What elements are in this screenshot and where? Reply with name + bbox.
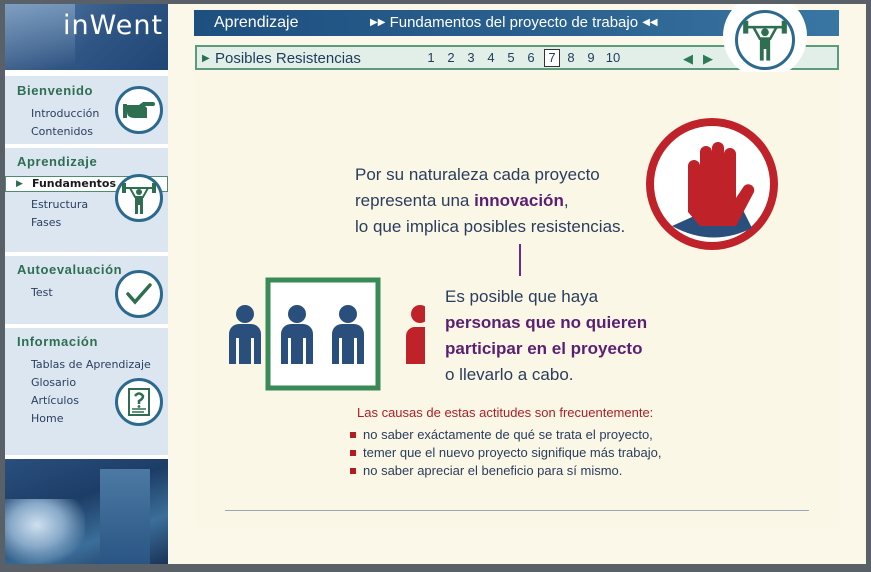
nav-arrow-icon: ▶ xyxy=(202,53,210,64)
sidebar: inWent Bienvenido Introducción Contenido… xyxy=(5,4,168,564)
pointing-hand-icon[interactable] xyxy=(115,86,163,134)
page-link-8[interactable]: 8 xyxy=(563,50,579,65)
active-arrow-icon: ▶ xyxy=(16,179,23,189)
sidebar-item-tablas[interactable]: Tablas de Aprendizaje xyxy=(31,358,151,371)
resistance-line-4: o llevarlo a cabo. xyxy=(445,365,574,384)
causes-title: Las causas de estas actitudes son frecue… xyxy=(357,405,654,420)
cause-item: no saber apreciar el beneficio para sí m… xyxy=(349,463,623,478)
next-arrow-icon[interactable]: ▶ xyxy=(703,51,713,67)
people-group-icon xyxy=(229,277,425,391)
page-link-4[interactable]: 4 xyxy=(483,50,499,65)
main-content: Por su naturaleza cada proyecto represen… xyxy=(195,72,839,527)
question-document-icon[interactable] xyxy=(115,378,163,426)
divider xyxy=(225,510,809,511)
page-link-5[interactable]: 5 xyxy=(503,50,519,65)
resistance-paragraph: Es posible que haya personas que no quie… xyxy=(445,284,647,388)
intro-paragraph: Por su naturaleza cada proyecto represen… xyxy=(355,162,625,240)
double-arrow-right-icon: ▶▶ xyxy=(370,17,386,28)
sidebar-item-label: Fundamentos xyxy=(32,177,117,190)
page-link-6[interactable]: 6 xyxy=(523,50,539,65)
sidebar-item-estructura[interactable]: Estructura xyxy=(31,198,88,211)
prev-arrow-icon[interactable]: ◀ xyxy=(683,51,693,67)
page-link-2[interactable]: 2 xyxy=(443,50,459,65)
sidebar-item-fases[interactable]: Fases xyxy=(31,216,61,229)
sidebar-item-contenidos[interactable]: Contenidos xyxy=(31,125,93,138)
cause-item: no saber exáctamente de qué se trata el … xyxy=(350,427,653,442)
sidebar-section-aprendizaje: Aprendizaje ▶ Fundamentos Estructura Fas… xyxy=(5,148,168,252)
intro-line-2: representa una innovación, xyxy=(355,188,625,214)
page-link-1[interactable]: 1 xyxy=(423,50,439,65)
intro-line-2-end: , xyxy=(563,191,569,210)
page-link-3[interactable]: 3 xyxy=(463,50,479,65)
logo[interactable]: inWent xyxy=(5,4,168,70)
weightlifter-icon xyxy=(735,10,795,70)
highlight-innovacion: innovación xyxy=(474,191,564,210)
double-arrow-left-icon: ◀◀ xyxy=(642,17,658,28)
sidebar-section-title: Bienvenido xyxy=(17,83,94,98)
sidebar-item-articulos[interactable]: Artículos xyxy=(31,394,79,407)
sidebar-section-title: Información xyxy=(17,334,98,349)
cause-item: temer que el nuevo proyecto signifique m… xyxy=(349,445,662,460)
header-title: Aprendizaje xyxy=(214,14,299,31)
page-link-9[interactable]: 9 xyxy=(583,50,599,65)
checkmark-icon[interactable] xyxy=(115,270,163,318)
sidebar-section-bienvenido: Bienvenido Introducción Contenidos xyxy=(5,76,168,144)
photo-person xyxy=(5,499,85,564)
sidebar-item-introduccion[interactable]: Introducción xyxy=(31,107,99,120)
logo-text: inWent xyxy=(63,10,164,41)
nav-page-title: Posibles Resistencias xyxy=(215,50,361,67)
page-link-10[interactable]: 10 xyxy=(603,50,623,65)
sidebar-item-home[interactable]: Home xyxy=(31,412,63,425)
sidebar-photo xyxy=(5,459,168,564)
resistance-line-1: Es posible que haya xyxy=(445,287,599,306)
intro-line-2-text: representa una xyxy=(355,191,475,210)
page-link-7-current[interactable]: 7 xyxy=(544,49,560,67)
sidebar-section-informacion: Información Tablas de Aprendizaje Glosar… xyxy=(5,328,168,455)
resistance-line-2: personas que no quieren xyxy=(445,313,648,332)
sidebar-section-title: Autoevaluación xyxy=(17,262,123,277)
stop-hand-icon xyxy=(646,118,778,250)
resistance-line-3: participar en el proyecto xyxy=(445,339,643,358)
sidebar-item-test[interactable]: Test xyxy=(31,286,53,299)
weightlifter-icon[interactable] xyxy=(115,174,163,222)
header-subtitle-text: Fundamentos del proyecto de trabajo xyxy=(389,14,639,31)
sidebar-section-title: Aprendizaje xyxy=(17,154,98,169)
sidebar-section-autoevaluacion: Autoevaluación Test xyxy=(5,256,168,324)
photo-background xyxy=(100,469,150,564)
app-frame: inWent Bienvenido Introducción Contenido… xyxy=(5,4,866,564)
sidebar-item-glosario[interactable]: Glosario xyxy=(31,376,76,389)
intro-line-1: Por su naturaleza cada proyecto xyxy=(355,165,600,184)
intro-line-3: lo que implica posibles resistencias. xyxy=(355,217,626,236)
header-subtitle: ▶▶ Fundamentos del proyecto de trabajo ◀… xyxy=(370,14,658,31)
connector-line xyxy=(519,244,521,276)
